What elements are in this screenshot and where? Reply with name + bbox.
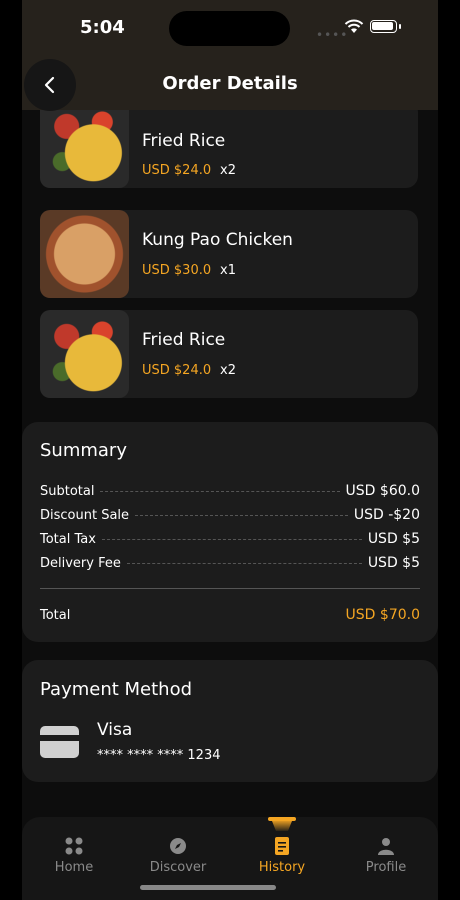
item-name: Fried Rice [142,131,226,151]
payment-card[interactable]: Payment Method Visa **** **** **** 1234 [22,660,438,782]
nav-discover[interactable]: Discover [126,817,230,887]
item-price: USD $24.0 [142,363,212,378]
order-item[interactable]: Fried Rice USD $24.0 x2 [40,100,418,188]
item-price: USD $24.0 [142,163,212,178]
row-dashes [126,562,362,564]
nav-label: Discover [149,860,207,875]
nav-label: Home [54,860,94,875]
row-value: USD $5 [367,531,420,547]
user-icon [378,838,394,855]
page-title: Order Details [162,73,298,94]
row-value: USD -$20 [353,507,420,523]
wifi-icon [344,19,364,33]
grid-icon [65,837,83,855]
item-price: USD $30.0 [142,263,212,278]
row-label: Total Tax [40,531,96,547]
item-name: Fried Rice [142,330,226,350]
summary-divider [40,588,420,589]
pizza-image [40,210,129,298]
nav-home[interactable]: Home [22,817,126,887]
nav-history[interactable]: History [230,817,334,887]
row-value: USD $5 [367,555,420,571]
home-indicator [140,885,276,890]
summary-row: Total Tax USD $5 [40,530,420,548]
item-quantity: x1 [220,263,236,278]
total-label: Total [40,608,71,623]
payment-title: Payment Method [40,679,193,700]
item-name: Kung Pao Chicken [142,230,293,250]
item-quantity: x2 [220,363,236,378]
row-dashes [100,490,340,492]
compass-icon [170,838,186,854]
order-item[interactable]: Fried Rice USD $24.0 x2 [40,310,418,398]
phone-screen: Fried Rice USD $24.0 x2 Kung Pao Chicken… [22,0,438,900]
status-time: 5:04 [80,17,125,38]
nav-label: Profile [365,860,407,875]
summary-row: Delivery Fee USD $5 [40,554,420,572]
summary-row: Discount Sale USD -$20 [40,506,420,524]
credit-card-icon [40,726,79,758]
row-label: Delivery Fee [40,555,121,571]
row-value: USD $60.0 [345,483,420,499]
row-label: Discount Sale [40,507,130,523]
fried-rice-image [40,310,129,398]
receipt-icon [275,837,289,855]
top-bar: 5:04 •••• Order Details [22,0,438,111]
battery-tip [399,24,401,29]
item-quantity: x2 [220,163,236,178]
row-label: Subtotal [40,483,95,499]
summary-card: Summary Subtotal USD $60.0 Discount Sale… [22,422,438,642]
row-dashes [135,514,348,516]
row-dashes [101,538,362,540]
payment-method-name: Visa [97,720,133,740]
total-value: USD $70.0 [345,607,420,623]
dynamic-island [169,11,290,46]
battery-icon [370,20,397,33]
fried-rice-image [40,100,129,188]
summary-title: Summary [40,440,127,461]
nav-label: History [258,860,306,875]
card-number: **** **** **** 1234 [97,748,221,763]
order-item[interactable]: Kung Pao Chicken USD $30.0 x1 [40,210,418,298]
nav-profile[interactable]: Profile [334,817,438,887]
active-indicator [268,817,296,831]
summary-row: Subtotal USD $60.0 [40,482,420,500]
